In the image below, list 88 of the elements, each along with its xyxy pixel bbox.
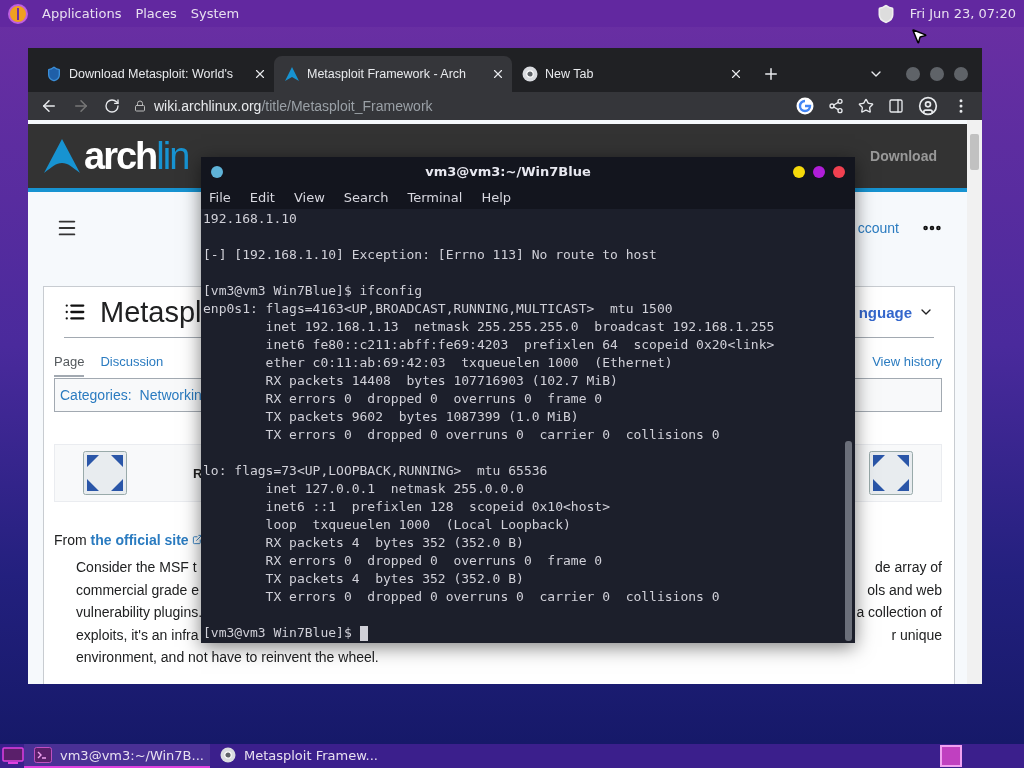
shield-icon [46, 66, 62, 82]
close-icon[interactable] [491, 67, 505, 81]
quote-text: ols and web [867, 580, 942, 600]
share-icon[interactable] [828, 98, 844, 114]
browser-tab[interactable]: Download Metasploit: World's [36, 56, 274, 92]
close-button[interactable] [954, 67, 968, 81]
terminal-line: loop txqueuelen 1000 (Local Loopback) [264, 516, 572, 534]
browser-tab[interactable]: Metasploit Framework - Arch [274, 56, 512, 92]
language-button[interactable]: nguage [858, 303, 934, 321]
clock: Fri Jun 23, 07:20 [909, 6, 1016, 21]
window-title: vm3@vm3:~/Win7Blue [424, 164, 592, 180]
chrome-icon [219, 747, 236, 763]
terminal-line: inet6 fe80::c211:abff:fe69:4203 prefixlen 64 scopeid 0x20<link> [264, 336, 776, 354]
terminal-line: lo: flags=73<UP,LOOPBACK,RUNNING> mtu 65536 [203, 462, 549, 480]
category-link[interactable]: Networkin [139, 387, 202, 403]
lock-icon [134, 100, 146, 112]
reload-icon[interactable] [104, 98, 120, 114]
close-icon[interactable] [253, 67, 267, 81]
menu-item[interactable]: Terminal [407, 190, 463, 206]
terminal-line: RX errors 0 dropped 0 overruns 0 frame 0 [264, 390, 604, 408]
google-icon[interactable] [796, 97, 814, 115]
minimize-button[interactable] [793, 165, 805, 178]
panel-menu[interactable]: Applications [42, 6, 122, 21]
terminal-line: TX errors 0 dropped 0 overruns 0 carrier 0 collisions 0 [264, 588, 721, 606]
terminal-line: RX errors 0 dropped 0 overruns 0 frame 0 [264, 552, 604, 570]
menu-item[interactable]: Search [343, 190, 389, 206]
categories-link[interactable]: Categories: [60, 387, 132, 403]
close-button[interactable] [833, 165, 845, 178]
site-logo: archlin [84, 134, 189, 178]
quote-text: vulnerability plugins. [76, 603, 203, 622]
terminal-line: ether c0:11:ab:69:42:03 txqueuelen 1000 (Ethernet) [264, 354, 674, 372]
terminal-line: inet6 ::1 prefixlen 128 scopeid 0x10<host> [264, 498, 611, 516]
terminal-line: RX packets 4 bytes 352 (352.0 B) [264, 534, 525, 552]
panel-menu[interactable]: System [190, 6, 240, 21]
expand-arrows-icon [83, 451, 127, 495]
show-desktop-icon[interactable] [2, 747, 24, 765]
terminal-line: TX packets 4 bytes 352 (352.0 B) [264, 570, 525, 588]
profile-icon[interactable] [918, 96, 938, 116]
chrome-icon [522, 66, 538, 82]
menu-item[interactable]: Edit [249, 190, 275, 206]
terminal-prompt: [vm3@vm3 Win7Blue]$ [203, 624, 352, 642]
side-panel-icon[interactable] [888, 98, 904, 114]
nav-link[interactable]: Download [870, 148, 937, 164]
arch-logo-icon [44, 139, 80, 173]
taskbar-item[interactable]: vm3@vm3:~/Win7B... [24, 744, 210, 768]
new-tab-icon[interactable] [762, 65, 780, 83]
arch-logo-icon [284, 66, 300, 82]
terminal-line: enp0s1: flags=4163<UP,BROADCAST,RUNNING,MULTICAST> mtu 1500 [203, 300, 674, 318]
terminal-line: [vm3@vm3 Win7Blue]$ ifconfig [203, 282, 424, 300]
terminal-line: [-] [192.168.1.10] Exception: [Errno 113] No route to host [203, 246, 658, 264]
terminal-line: TX errors 0 dropped 0 overruns 0 carrier 0 collisions 0 [264, 426, 721, 444]
maximize-button[interactable] [930, 67, 944, 81]
maximize-button[interactable] [813, 165, 825, 178]
terminal-line: inet 127.0.0.1 netmask 255.0.0.0 [264, 480, 525, 498]
panel-menu[interactable]: Places [135, 6, 177, 21]
terminal-line: RX packets 14408 bytes 107716903 (102.7 MiB) [264, 372, 619, 390]
terminal-line: 192.168.1.10 [203, 210, 298, 228]
window-dot-icon [211, 165, 223, 178]
quote-text: a collection of [856, 603, 942, 622]
expand-arrows-icon [869, 451, 913, 495]
terminal-line: inet 192.168.1.13 netmask 255.255.255.0 broadcast 192.168.1.255 [264, 318, 776, 336]
menu-item[interactable]: Help [481, 190, 512, 206]
workspace-switcher[interactable] [940, 745, 962, 767]
account-link[interactable]: ccount [857, 220, 899, 236]
scrollbar-thumb[interactable] [845, 441, 852, 641]
page-tab[interactable]: Discussion [100, 348, 164, 377]
browser-tab[interactable]: New Tab [512, 56, 750, 92]
mouse-pointer-icon [910, 27, 928, 45]
menu-item[interactable]: View [293, 190, 325, 206]
quote-text: r unique [891, 625, 942, 645]
star-icon[interactable] [858, 98, 874, 114]
taskbar-item[interactable]: Metasploit Framew... [209, 744, 384, 768]
cursor [359, 625, 368, 641]
page-title: Metaspl [100, 295, 202, 329]
terminal-icon [34, 747, 52, 763]
infobox-text: R [193, 465, 203, 481]
back-icon[interactable] [40, 97, 58, 115]
menu-item[interactable]: File [209, 190, 231, 206]
quote-text: Consider the MSF t [76, 558, 197, 577]
contents-icon[interactable] [64, 301, 86, 323]
quote-text: environment, and not have to reinvent the wheel. [76, 648, 379, 667]
quote-text: exploits, it's an infra [76, 625, 199, 645]
quote-text: commercial grade e [76, 580, 199, 600]
close-icon[interactable] [729, 67, 743, 81]
view-history-link[interactable]: View history [872, 353, 942, 369]
quote-text: de array of [875, 558, 942, 577]
terminal-line: TX packets 9602 bytes 1087399 (1.0 MiB) [264, 408, 580, 426]
system-logo-icon [8, 3, 28, 24]
